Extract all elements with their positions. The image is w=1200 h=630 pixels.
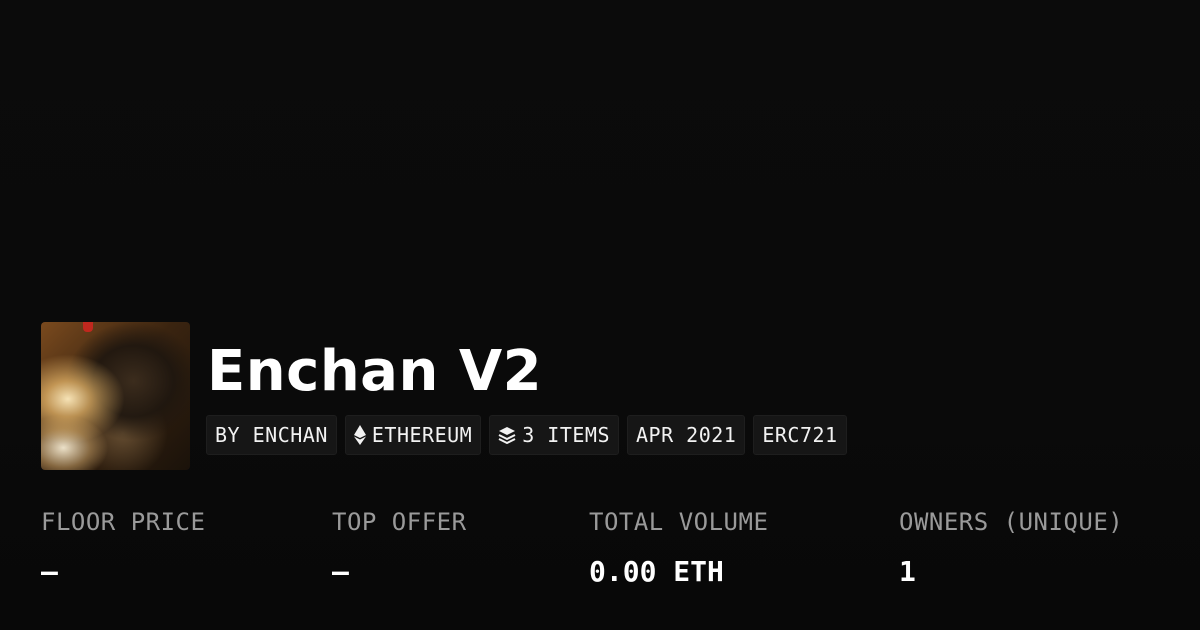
token-standard-label: ERC721 [762, 423, 838, 447]
layers-icon [498, 426, 516, 444]
items-count-label: 3 ITEMS [522, 423, 610, 447]
image-red-accent [83, 322, 93, 332]
stat-owners-label: OWNERS (UNIQUE) [899, 508, 1124, 536]
creator-tag-label: BY ENCHAN [215, 423, 328, 447]
stat-top-offer: TOP OFFER – [332, 500, 467, 600]
stat-owners: OWNERS (UNIQUE) 1 [899, 500, 1123, 600]
created-date-label: APR 2021 [636, 423, 737, 447]
stat-total-volume: TOTAL VOLUME 0.00 ETH [589, 500, 768, 600]
collection-tags: BY ENCHAN ETHEREUM 3 ITEMS APR 2021 ERC7… [206, 415, 847, 455]
stat-total-volume-label: TOTAL VOLUME [589, 508, 769, 536]
collection-avatar-image [41, 322, 190, 470]
stat-floor-price-value: – [41, 555, 58, 588]
token-standard-tag: ERC721 [753, 415, 847, 455]
stat-total-volume-value: 0.00 ETH [589, 555, 724, 588]
stat-floor-price: FLOOR PRICE – [41, 500, 205, 600]
stat-floor-price-label: FLOOR PRICE [41, 508, 206, 536]
stat-top-offer-value: – [332, 555, 349, 588]
collection-stats: FLOOR PRICE – TOP OFFER – TOTAL VOLUME 0… [0, 500, 1200, 600]
collection-title: Enchan V2 [207, 339, 543, 404]
chain-tag: ETHEREUM [344, 415, 482, 455]
created-date-tag: APR 2021 [627, 415, 746, 455]
ethereum-icon [353, 425, 366, 445]
creator-tag: BY ENCHAN [206, 415, 337, 455]
items-count-tag: 3 ITEMS [489, 415, 619, 455]
chain-tag-label: ETHEREUM [371, 423, 473, 447]
stat-owners-value: 1 [899, 555, 916, 588]
stat-top-offer-label: TOP OFFER [332, 508, 467, 536]
